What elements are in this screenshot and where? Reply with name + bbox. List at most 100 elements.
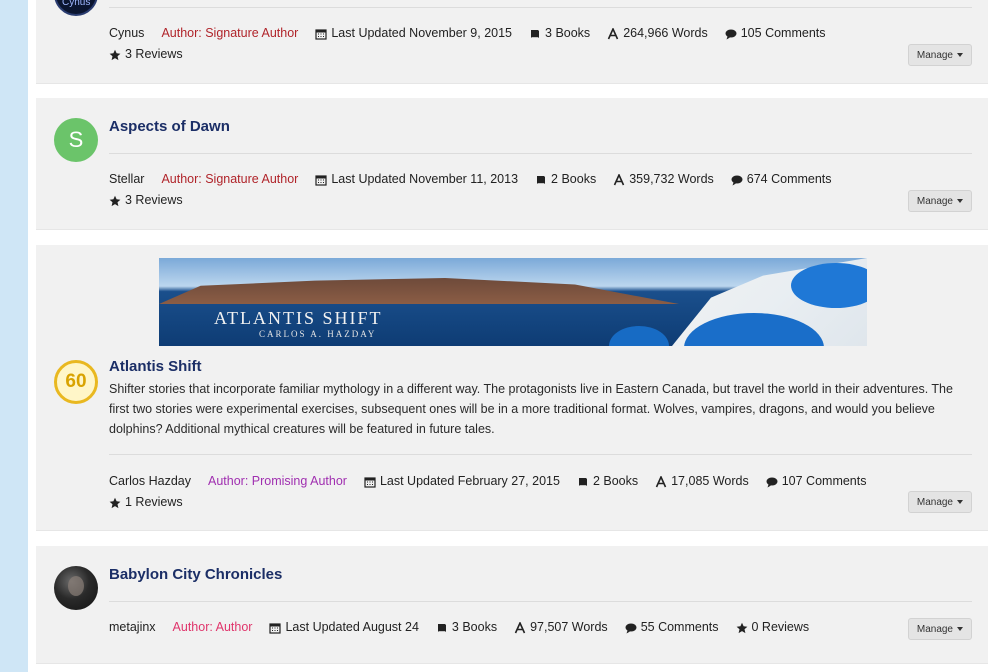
star-icon	[736, 622, 748, 634]
story-meta: metajinx Author: Author Last Updated Aug…	[109, 620, 898, 635]
review-count-text: 1 Reviews	[125, 495, 183, 509]
author-rank: Author: Signature Author	[161, 172, 299, 186]
book-icon	[529, 28, 541, 40]
story-meta: Cynus Author: Signature Author Last Upda…	[109, 26, 898, 62]
avatar-photo	[68, 576, 84, 596]
book-icon	[535, 174, 547, 186]
calendar-icon	[315, 174, 327, 186]
ranking-badge: 60	[54, 360, 98, 404]
card-divider	[109, 7, 972, 8]
last-updated-text: Last Updated November 11, 2013	[331, 172, 519, 186]
star-icon	[109, 497, 121, 509]
last-updated: Last Updated August 24	[269, 620, 419, 635]
story-description: Shifter stories that incorporate familia…	[109, 382, 953, 436]
review-count: 3 Reviews	[109, 193, 183, 208]
story-card-atlantis-shift: ATLANTIS SHIFT CARLOS A. HAZDAY 60 Atlan…	[36, 245, 988, 531]
author-avatar[interactable]	[54, 566, 98, 610]
story-card-cynus: Cynus Cynus Author: Signature Author Las…	[36, 0, 988, 84]
banner-title: ATLANTIS SHIFT	[214, 308, 383, 328]
review-count-text: 0 Reviews	[751, 620, 810, 634]
comment-count-text: 107 Comments	[781, 474, 867, 488]
book-count: 3 Books	[436, 620, 497, 635]
book-icon	[436, 622, 448, 634]
manage-button[interactable]: Manage	[907, 491, 972, 513]
font-icon	[613, 173, 625, 186]
calendar-icon	[364, 476, 376, 488]
manage-label: Manage	[916, 195, 953, 207]
story-meta: Stellar Author: Signature Author Last Up…	[109, 172, 898, 208]
word-count-text: 359,732 Words	[629, 172, 714, 186]
font-icon	[655, 475, 667, 488]
comment-icon	[766, 476, 778, 488]
last-updated: Last Updated November 9, 2015	[315, 26, 512, 41]
book-count: 2 Books	[577, 474, 638, 489]
caret-down-icon	[957, 199, 963, 203]
manage-button[interactable]: Manage	[907, 190, 972, 212]
banner-subtitle: CARLOS A. HAZDAY	[259, 329, 377, 339]
card-divider	[109, 601, 972, 602]
comment-count: 55 Comments	[625, 620, 719, 635]
manage-button[interactable]: Manage	[907, 618, 972, 640]
manage-button[interactable]: Manage	[907, 44, 972, 66]
comment-count: 107 Comments	[766, 474, 867, 489]
comment-count-text: 105 Comments	[740, 26, 826, 40]
review-count: 1 Reviews	[109, 495, 183, 510]
story-meta: Carlos Hazday Author: Promising Author L…	[109, 474, 898, 510]
word-count-text: 264,966 Words	[623, 26, 708, 40]
author-name[interactable]: metajinx	[109, 620, 156, 635]
comment-count-text: 674 Comments	[746, 172, 832, 186]
author-name[interactable]: Stellar	[109, 172, 144, 187]
word-count-text: 17,085 Words	[671, 474, 749, 488]
author-name[interactable]: Cynus	[109, 26, 144, 41]
caret-down-icon	[957, 500, 963, 504]
comment-icon	[625, 622, 637, 634]
book-icon	[577, 476, 589, 488]
review-count-text: 3 Reviews	[125, 47, 183, 61]
caret-down-icon	[957, 627, 963, 631]
calendar-icon	[315, 28, 327, 40]
word-count: 17,085 Words	[655, 474, 749, 489]
review-count: 0 Reviews	[736, 620, 810, 635]
author-rank: Author: Author	[172, 620, 253, 634]
last-updated: Last Updated February 27, 2015	[364, 474, 560, 489]
manage-label: Manage	[916, 496, 953, 508]
comment-icon	[731, 174, 743, 186]
last-updated-text: Last Updated February 27, 2015	[379, 474, 560, 488]
last-updated: Last Updated November 11, 2013	[315, 172, 518, 187]
comment-count: 674 Comments	[731, 172, 832, 187]
story-title[interactable]: Atlantis Shift	[109, 358, 202, 375]
author-avatar[interactable]: S	[54, 118, 98, 162]
story-title[interactable]: Babylon City Chronicles	[109, 566, 282, 583]
book-count-text: 2 Books	[551, 172, 597, 186]
card-divider	[109, 454, 972, 455]
author-avatar[interactable]: Cynus	[54, 0, 98, 16]
banner-cliff	[159, 278, 679, 304]
card-divider	[109, 153, 972, 154]
font-icon	[607, 27, 619, 40]
word-count: 359,732 Words	[613, 172, 714, 187]
book-count-text: 3 Books	[545, 26, 591, 40]
story-card-babylon-city-chronicles: Babylon City Chronicles metajinx Author:…	[36, 546, 988, 664]
author-rank: Author: Promising Author	[207, 474, 347, 488]
author-name[interactable]: Carlos Hazday	[109, 474, 191, 489]
manage-label: Manage	[916, 49, 953, 61]
author-rank: Author: Signature Author	[161, 26, 299, 40]
last-updated-text: Last Updated November 9, 2015	[331, 26, 513, 40]
review-count-text: 3 Reviews	[125, 193, 183, 207]
review-count: 3 Reviews	[109, 47, 183, 62]
comment-count: 105 Comments	[725, 26, 826, 41]
comment-icon	[725, 28, 737, 40]
story-title[interactable]: Aspects of Dawn	[109, 118, 230, 135]
book-count: 3 Books	[529, 26, 590, 41]
story-banner[interactable]: ATLANTIS SHIFT CARLOS A. HAZDAY	[159, 258, 867, 346]
banner-dome	[609, 326, 669, 346]
word-count: 97,507 Words	[514, 620, 608, 635]
word-count: 264,966 Words	[607, 26, 708, 41]
caret-down-icon	[957, 53, 963, 57]
star-icon	[109, 195, 121, 207]
book-count-text: 2 Books	[592, 474, 639, 488]
story-card-aspects-of-dawn: S Aspects of Dawn Stellar Author: Signat…	[36, 98, 988, 230]
comment-count-text: 55 Comments	[640, 620, 719, 634]
font-icon	[514, 621, 526, 634]
manage-label: Manage	[916, 623, 953, 635]
